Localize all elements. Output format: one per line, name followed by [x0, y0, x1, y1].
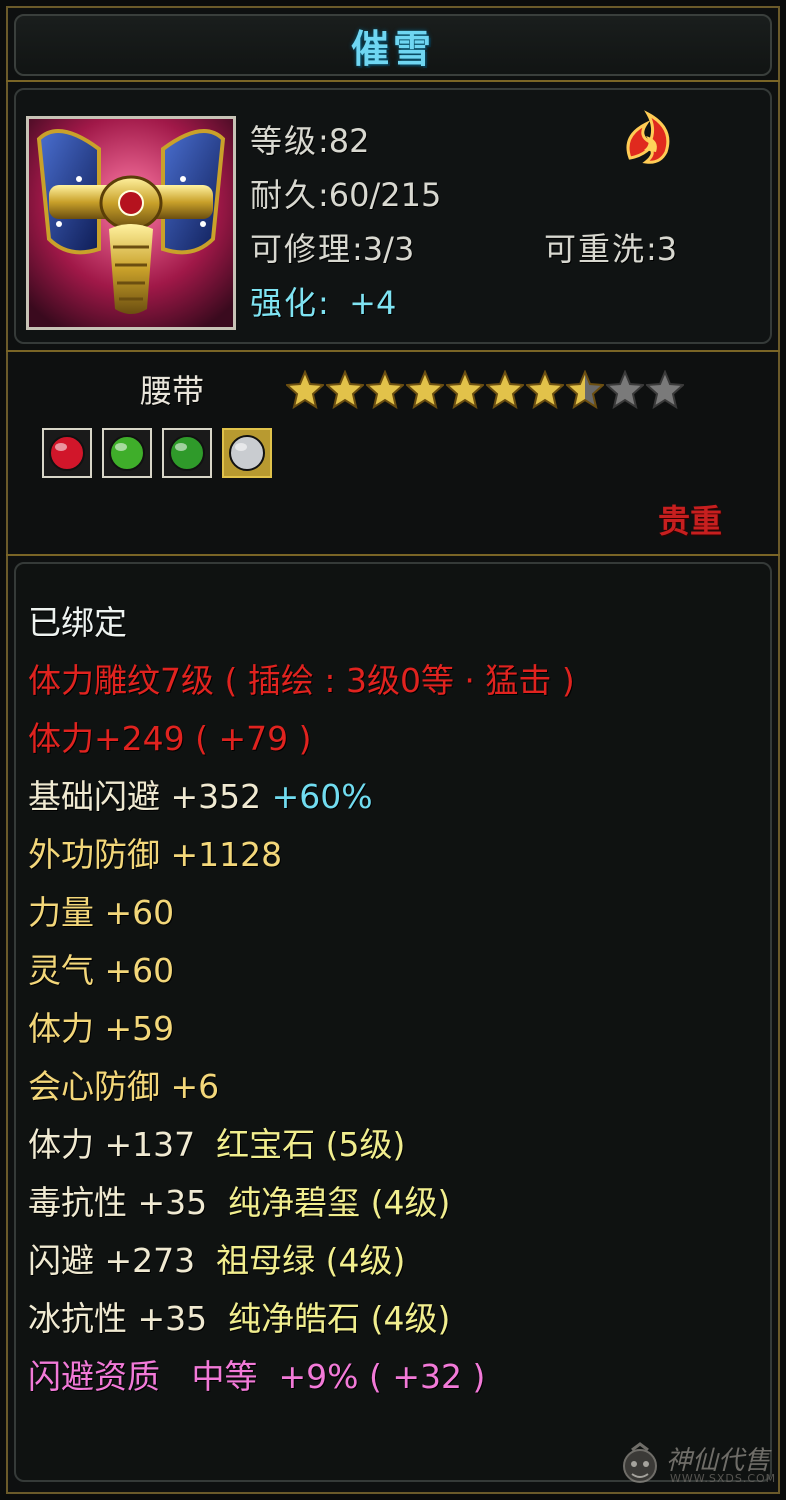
rarity-label: 贵重: [658, 502, 723, 540]
enhance-label: 强化: [250, 284, 319, 322]
gem1-value: +137: [104, 1125, 196, 1164]
base-dodge-label: 基础闪避: [28, 777, 160, 816]
gem3-label: 闪避: [28, 1241, 94, 1280]
watermark: 神仙代售 WWW.SXDS.COM: [618, 1440, 778, 1490]
star-rating: [286, 370, 684, 410]
spirit-label: 灵气: [28, 951, 94, 990]
gem-bonus-row-1: 体力 +137 红宝石 (5级): [28, 1118, 405, 1166]
repair-label: 可修理: [250, 230, 353, 268]
strength-value: +60: [104, 893, 175, 932]
item-name: 催雪: [350, 26, 435, 71]
gem-bonus-row-4: 冰抗性 +35 纯净皓石 (4级): [28, 1292, 450, 1340]
level-value: 82: [328, 122, 370, 160]
gem2-name: 纯净碧玺 (4级): [228, 1183, 451, 1222]
strength-label: 力量: [28, 893, 94, 932]
aptitude-grade: 中等: [191, 1357, 258, 1396]
strength-row: 力量 +60: [28, 886, 174, 934]
empty-star-icon: [646, 370, 684, 410]
outer-defense-row: 外功防御 +1128: [28, 828, 282, 876]
level-label: 等级: [250, 122, 319, 160]
red-gem-icon: [49, 435, 85, 471]
aptitude-value: +9% ( +32 ): [278, 1357, 486, 1396]
spirit-value: +60: [104, 951, 175, 990]
gem1-name: 红宝石 (5级): [216, 1125, 406, 1164]
repair-stat: 可修理:3/3: [250, 230, 415, 268]
rewash-label: 可重洗: [544, 230, 647, 268]
gem1-label: 体力: [28, 1125, 94, 1164]
outer-defense-value: +1128: [170, 835, 283, 874]
gem2-value: +35: [137, 1183, 208, 1222]
green-gem-icon: [109, 435, 145, 471]
divider: [6, 350, 780, 352]
gem3-value: +273: [104, 1241, 196, 1280]
enhance-stat: 强化: +4: [250, 284, 397, 322]
base-dodge-row: 基础闪避 +352 +60%: [28, 770, 373, 818]
gem4-value: +35: [137, 1299, 208, 1338]
star-icon: [486, 370, 524, 410]
title-bar: 催雪: [14, 14, 772, 76]
vitality-label: 体力: [28, 1009, 94, 1048]
crit-defense-label: 会心防御: [28, 1067, 160, 1106]
star-icon: [566, 370, 604, 410]
star-icon: [286, 370, 324, 410]
rewash-value: 3: [656, 230, 678, 268]
gem-bonus-row-2: 毒抗性 +35 纯净碧玺 (4级): [28, 1176, 450, 1224]
green-gem-icon: [169, 435, 205, 471]
watermark-url: WWW.SXDS.COM: [670, 1472, 777, 1485]
gem-slot[interactable]: [42, 428, 92, 478]
silver-gem-icon: [229, 435, 265, 471]
gem-bonus-row-3: 闪避 +273 祖母绿 (4级): [28, 1234, 405, 1282]
engraving-line: 体力雕纹7级 ( 插绘 : 3级0等 · 猛击 ): [28, 661, 575, 700]
level-stat: 等级:82: [250, 122, 370, 160]
belt-item-icon: [26, 116, 236, 330]
star-icon: [446, 370, 484, 410]
spirit-row: 灵气 +60: [28, 944, 174, 992]
empty-star-icon: [606, 370, 644, 410]
aptitude-row: 闪避资质 中等 +9% ( +32 ): [28, 1350, 485, 1398]
sect-flame-icon: [616, 106, 680, 170]
enhance-value: +4: [349, 284, 397, 322]
gem4-label: 冰抗性: [28, 1299, 127, 1338]
durability-label: 耐久: [250, 176, 319, 214]
crit-defense-row: 会心防御 +6: [28, 1060, 219, 1108]
base-dodge-value: +352: [170, 777, 262, 816]
repair-value: 3/3: [362, 230, 415, 268]
vitality-row: 体力 +59: [28, 1002, 174, 1050]
base-dodge-pct: +60%: [271, 777, 373, 816]
gem-slot[interactable]: [162, 428, 212, 478]
durability-value: 60/215: [328, 176, 442, 214]
gem3-name: 祖母绿 (4级): [216, 1241, 406, 1280]
durability-stat: 耐久:60/215: [250, 176, 442, 214]
star-icon: [366, 370, 404, 410]
gem-slots: [42, 428, 272, 478]
vitality-value: +59: [104, 1009, 175, 1048]
divider: [6, 554, 780, 556]
rewash-stat: 可重洗:3: [544, 230, 678, 268]
gem-slot[interactable]: [222, 428, 272, 478]
item-type-label: 腰带: [140, 372, 205, 410]
star-icon: [406, 370, 444, 410]
bound-status: 已绑定: [28, 603, 127, 642]
outer-defense-label: 外功防御: [28, 835, 160, 874]
gem4-name: 纯净皓石 (4级): [228, 1299, 451, 1338]
star-icon: [326, 370, 364, 410]
gem-slot[interactable]: [102, 428, 152, 478]
divider: [6, 80, 780, 82]
aptitude-label: 闪避资质: [28, 1357, 160, 1396]
star-icon: [526, 370, 564, 410]
crit-defense-value: +6: [170, 1067, 220, 1106]
gem2-label: 毒抗性: [28, 1183, 127, 1222]
mascot-icon: [623, 1442, 657, 1483]
engraving-vitality: 体力+249 ( +79 ): [28, 719, 312, 758]
